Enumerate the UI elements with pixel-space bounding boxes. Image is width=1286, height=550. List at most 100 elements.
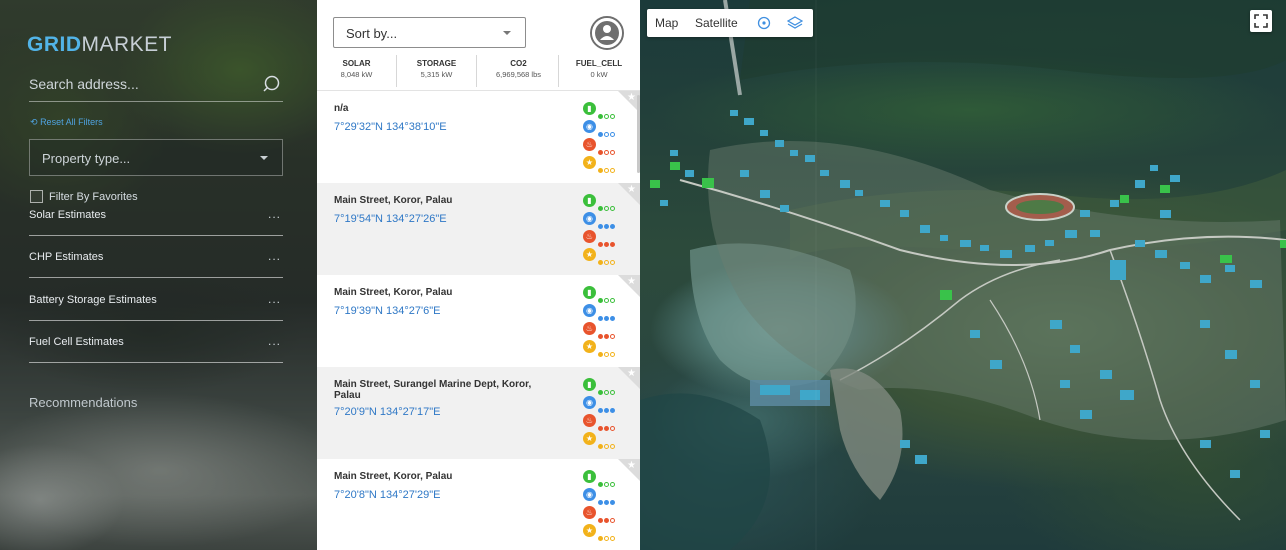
filter-favorites-label: Filter By Favorites [49,190,138,203]
filter-favorites-checkbox[interactable] [30,190,43,204]
map-view-button[interactable]: Map [655,16,678,30]
chevron-down-icon [503,31,511,35]
reset-filters-link[interactable]: ⟲ Reset All Filters [30,117,103,128]
search-icon[interactable] [261,74,281,94]
property-coordinates[interactable]: 7°20'8"N 134°27'29"E [334,489,440,501]
battery-rating-dots [598,216,616,229]
property-coordinates[interactable]: 7°19'54"N 134°27'26"E [334,213,447,225]
battery-storage-estimates-item[interactable]: Battery Storage Estimates ... [29,291,283,321]
battery-rating-dots [598,308,616,321]
more-icon[interactable]: ... [268,249,281,263]
chp-rating[interactable]: ♨ [583,506,623,524]
property-type-placeholder: Property type... [42,151,131,166]
estimate-badges: ▮ ◉ ♨ ★ [583,102,623,174]
solar-estimates-item[interactable]: Solar Estimates ... [29,206,283,236]
star-icon[interactable]: ★ [627,92,636,103]
stat-storage-value: 5,315 kW [420,70,453,79]
battery-rating[interactable]: ◉ [583,304,623,322]
stat-co2: CO2 6,969,568 lbs [479,55,559,87]
fuel-cell-estimates-item[interactable]: Fuel Cell Estimates ... [29,333,283,363]
fuel-rating-dots [598,160,616,173]
solar-rating[interactable]: ▮ [583,286,623,304]
battery-icon: ◉ [583,120,596,133]
chp-rating-dots [598,510,616,523]
fuel-rating[interactable]: ★ [583,340,623,358]
satellite-map[interactable]: Map Satellite [640,0,1286,550]
fuel-icon: ★ [583,340,596,353]
fuel-rating[interactable]: ★ [583,432,623,450]
chp-rating-dots [598,326,616,339]
property-address: Main Street, Surangel Marine Dept, Koror… [334,379,532,401]
chp-icon: ♨ [583,322,596,335]
fuel-rating[interactable]: ★ [583,524,623,542]
gridmarket-logo[interactable]: GRIDMARKET [27,33,172,57]
stat-fuel-cell-value: 0 kW [590,70,608,79]
battery-rating[interactable]: ◉ [583,488,623,506]
solar-rating[interactable]: ▮ [583,102,623,120]
property-row[interactable]: Main Street, Surangel Marine Dept, Koror… [317,367,640,459]
chp-rating[interactable]: ♨ [583,138,623,156]
filter-favorites-row[interactable]: Filter By Favorites [30,188,138,204]
sort-by-select[interactable]: Sort by... [333,17,526,48]
solar-rating-dots [598,474,616,487]
recommendations-item[interactable]: Recommendations [29,395,137,410]
chp-rating[interactable]: ♨ [583,322,623,340]
more-icon[interactable]: ... [268,207,281,221]
solar-rating[interactable]: ▮ [583,194,623,212]
property-coordinates[interactable]: 7°20'9"N 134°27'17"E [334,406,440,418]
layers-icon[interactable] [787,15,803,31]
fuel-icon: ★ [583,248,596,261]
stat-fuel-cell: FUEL_CELL 0 kW [559,55,639,87]
search-address-input[interactable] [29,69,249,99]
property-coordinates[interactable]: 7°19'39"N 134°27'6"E [334,305,440,317]
battery-rating[interactable]: ◉ [583,212,623,230]
solar-icon: ▮ [583,102,596,115]
fuel-cell-estimates-label: Fuel Cell Estimates [29,336,124,348]
property-row[interactable]: Main Street, Koror, Palau 7°20'8"N 134°27… [317,459,640,550]
star-icon[interactable]: ★ [627,460,636,471]
map-imagery [640,0,1286,550]
estimate-badges: ▮ ◉ ♨ ★ [583,378,623,450]
star-icon[interactable]: ★ [627,184,636,195]
estimate-badges: ▮ ◉ ♨ ★ [583,470,623,542]
stat-fuel-cell-key: FUEL_CELL [575,59,623,68]
star-icon[interactable]: ★ [627,276,636,287]
sort-by-placeholder: Sort by... [346,26,398,41]
sidebar: GRIDMARKET ⟲ Reset All Filters Property … [0,0,317,550]
fuel-rating[interactable]: ★ [583,156,623,174]
user-avatar[interactable] [590,16,624,50]
property-type-select[interactable]: Property type... [29,139,283,176]
chp-rating[interactable]: ♨ [583,414,623,432]
more-icon[interactable]: ... [268,334,281,348]
fullscreen-button[interactable] [1250,10,1272,32]
chp-icon: ♨ [583,230,596,243]
solar-rating-dots [598,290,616,303]
more-icon[interactable]: ... [268,292,281,306]
property-row[interactable]: Main Street, Koror, Palau 7°19'39"N 134°2… [317,275,640,367]
fuel-rating-dots [598,252,616,265]
chp-rating[interactable]: ♨ [583,230,623,248]
star-icon[interactable]: ★ [627,368,636,379]
list-scrollbar[interactable] [637,95,640,173]
property-address: Main Street, Koror, Palau [334,287,453,298]
property-address: n/a [334,103,349,114]
estimate-badges: ▮ ◉ ♨ ★ [583,286,623,358]
fuel-rating-dots [598,436,616,449]
locate-icon[interactable] [756,15,772,31]
property-coordinates[interactable]: 7°29'32"N 134°38'10"E [334,121,447,133]
property-row[interactable]: Main Street, Koror, Palau 7°19'54"N 134°2… [317,183,640,275]
satellite-view-button[interactable]: Satellite [695,16,738,30]
stat-co2-value: 6,969,568 lbs [495,70,542,79]
solar-icon: ▮ [583,194,596,207]
solar-estimates-label: Solar Estimates [29,209,107,221]
solar-rating[interactable]: ▮ [583,378,623,396]
chp-icon: ♨ [583,138,596,151]
fuel-rating[interactable]: ★ [583,248,623,266]
property-row[interactable]: n/a 7°29'32"N 134°38'10"E ★ ▮ ◉ ♨ ★ [317,91,640,183]
chp-rating-dots [598,418,616,431]
battery-rating[interactable]: ◉ [583,120,623,138]
chp-estimates-item[interactable]: CHP Estimates ... [29,248,283,278]
battery-rating[interactable]: ◉ [583,396,623,414]
solar-rating[interactable]: ▮ [583,470,623,488]
solar-icon: ▮ [583,286,596,299]
